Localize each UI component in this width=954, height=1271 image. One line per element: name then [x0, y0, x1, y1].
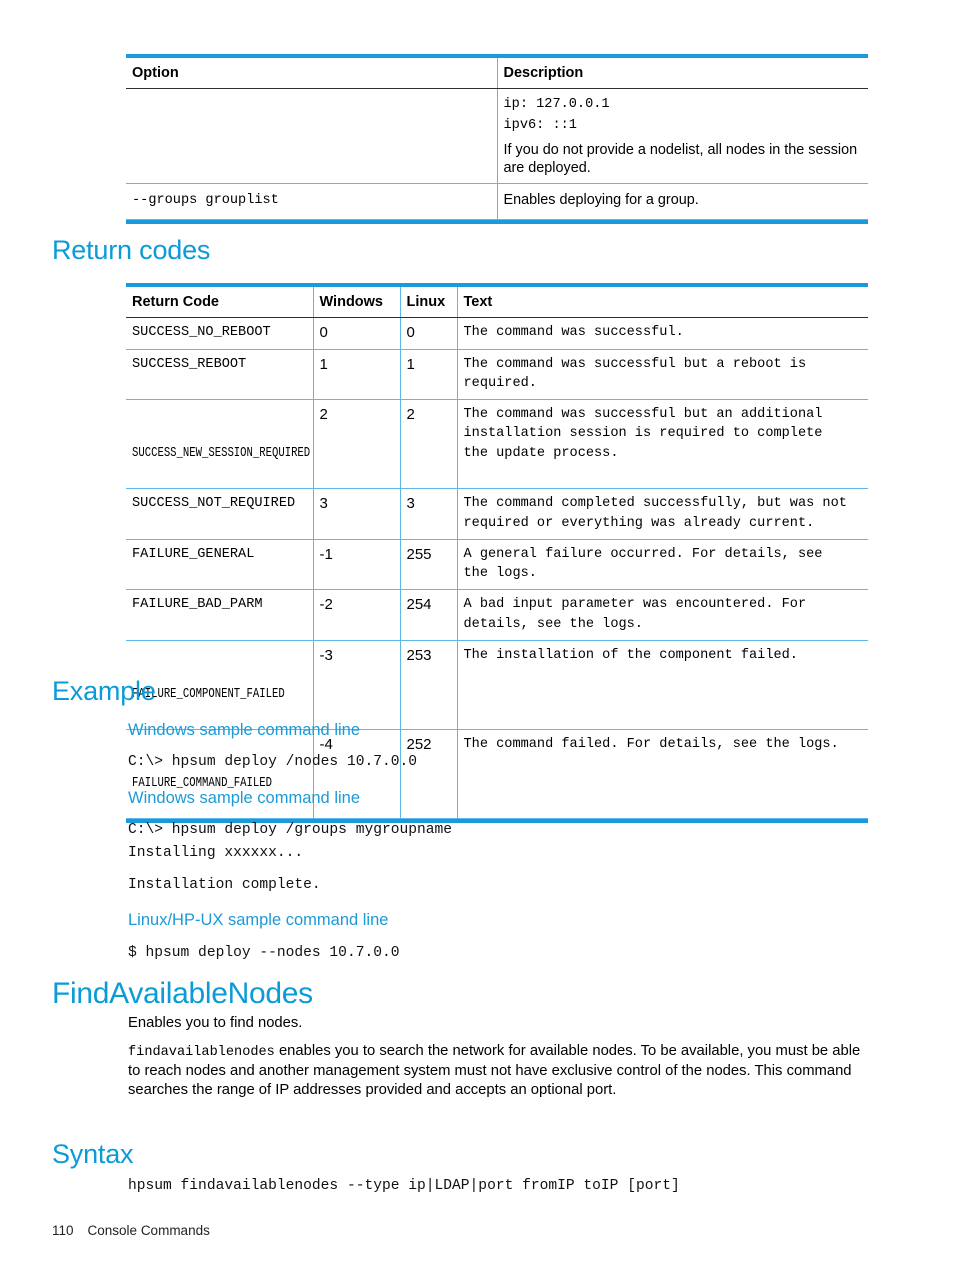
description-text: If you do not provide a nodelist, all no…: [503, 142, 858, 177]
footer-chapter-title: Console Commands: [87, 1223, 210, 1238]
table-row: SUCCESS_NOT_REQUIRED 3 3 The command com…: [126, 488, 868, 540]
example-windows-nodes-command: C:\> hpsum deploy /nodes 10.7.0.0: [128, 754, 418, 770]
example-linux-title: Linux/HP-UX sample command line: [128, 911, 389, 929]
description-mono-line: ip: 127.0.0.1: [503, 97, 610, 112]
footer-page-number: 110: [52, 1223, 74, 1238]
syntax-command-line: hpsum findavailablenodes --type ip|LDAP|…: [128, 1178, 680, 1194]
options-col-option: Option: [126, 58, 498, 89]
text-cell: The command completed successfully, but …: [456, 488, 868, 540]
syntax-heading: Syntax: [52, 1139, 134, 1169]
windows-value-cell: 0: [312, 317, 401, 350]
description-cell: ip: 127.0.0.1 ipv6: ::1 If you do not pr…: [496, 87, 868, 185]
text-cell: The command was successful but an additi…: [456, 399, 868, 490]
table-row: SUCCESS_NO_REBOOT 0 0 The command was su…: [126, 317, 868, 350]
table-row: SUCCESS_NEW_SESSION_REQUIRED 2 2 The com…: [126, 399, 868, 490]
table-row: SUCCESS_REBOOT 1 1 The command was succe…: [126, 348, 868, 401]
return-codes-heading: Return codes: [52, 235, 211, 265]
text-cell: The command was successful but a reboot …: [456, 348, 868, 401]
linux-value-cell: 3: [399, 488, 458, 540]
text-cell: A bad input parameter was encountered. F…: [456, 589, 868, 642]
return-code-cell: SUCCESS_REBOOT: [126, 348, 314, 401]
windows-value-cell: -1: [312, 538, 401, 591]
table-row: FAILURE_BAD_PARM -2 254 A bad input para…: [126, 589, 868, 642]
deploy-options-table-wrapper: Option Description ip: 127.0.0.1 ipv6: :…: [126, 54, 868, 224]
return-code-label: SUCCESS_NEW_SESSION_REQUIRED: [132, 445, 311, 461]
return-code-cell: SUCCESS_NO_REBOOT: [126, 317, 314, 350]
linux-value-cell: 254: [399, 589, 458, 642]
description-cell: Enables deploying for a group.: [496, 183, 868, 220]
findavailablenodes-intro: Enables you to find nodes.: [128, 1015, 303, 1031]
example-installation-complete-output: Installation complete.: [128, 877, 321, 893]
col-return-code: Return Code: [126, 287, 314, 318]
description-mono-line: ipv6: ::1: [503, 118, 577, 134]
windows-value-cell: 1: [312, 348, 401, 401]
text-cell: The installation of the component failed…: [456, 640, 868, 731]
return-code-cell: FAILURE_BAD_PARM: [126, 589, 314, 642]
windows-value-cell: 2: [312, 399, 401, 490]
deploy-options-table: Option Description ip: 127.0.0.1 ipv6: :…: [126, 58, 868, 220]
table-row: FAILURE_GENERAL -1 255 A general failure…: [126, 538, 868, 591]
options-col-description: Description: [496, 58, 868, 89]
windows-value-cell: -2: [312, 589, 401, 642]
page-footer: 110 Console Commands: [52, 1223, 210, 1238]
return-code-cell: SUCCESS_NOT_REQUIRED: [126, 488, 314, 540]
return-codes-table-head: Return Code Windows Linux Text: [126, 287, 868, 318]
linux-value-cell: 255: [399, 538, 458, 591]
document-page: Option Description ip: 127.0.0.1 ipv6: :…: [0, 0, 954, 1271]
example-heading: Example: [52, 676, 156, 706]
options-table-body: ip: 127.0.0.1 ipv6: ::1 If you do not pr…: [126, 87, 868, 220]
option-cell: [126, 87, 498, 185]
return-codes-table-wrapper: Return Code Windows Linux Text SUCCESS_N…: [126, 283, 868, 824]
windows-value-cell: -3: [312, 640, 401, 731]
return-code-cell: SUCCESS_NEW_SESSION_REQUIRED: [126, 399, 314, 490]
return-code-cell: FAILURE_GENERAL: [126, 538, 314, 591]
col-linux: Linux: [399, 287, 458, 318]
example-windows-nodes-title: Windows sample command line: [128, 721, 361, 739]
example-windows-groups-command: C:\> hpsum deploy /groups mygroupname: [128, 822, 453, 838]
table-row: FAILURE_COMPONENT_FAILED -3 253 The inst…: [126, 640, 868, 731]
return-codes-table-body: SUCCESS_NO_REBOOT 0 0 The command was su…: [126, 317, 868, 820]
findavailablenodes-heading: FindAvailableNodes: [52, 977, 313, 1010]
col-text: Text: [456, 287, 868, 318]
options-table-head: Option Description: [126, 58, 868, 89]
linux-value-cell: 2: [399, 399, 458, 490]
linux-value-cell: 1: [399, 348, 458, 401]
option-cell: --groups grouplist: [126, 183, 498, 220]
text-cell: The command failed. For details, see the…: [456, 729, 868, 820]
table-row: ip: 127.0.0.1 ipv6: ::1 If you do not pr…: [126, 87, 868, 185]
example-windows-groups-title: Windows sample command line: [128, 789, 361, 807]
example-linux-command: $ hpsum deploy --nodes 10.7.0.0: [128, 945, 400, 961]
col-windows: Windows: [312, 287, 401, 318]
linux-value-cell: 0: [399, 317, 458, 350]
text-cell: The command was successful.: [456, 317, 868, 350]
findavailablenodes-command-token: findavailablenodes: [128, 1045, 275, 1060]
example-installing-output: Installing xxxxxx...: [128, 845, 304, 861]
table-header-row: Option Description: [126, 58, 868, 89]
findavailablenodes-paragraph: findavailablenodes enables you to search…: [128, 1042, 876, 1100]
windows-value-cell: 3: [312, 488, 401, 540]
text-cell: A general failure occurred. For details,…: [456, 538, 868, 591]
linux-value-cell: 253: [399, 640, 458, 731]
table-row: --groups grouplist Enables deploying for…: [126, 183, 868, 220]
table-header-row: Return Code Windows Linux Text: [126, 287, 868, 318]
